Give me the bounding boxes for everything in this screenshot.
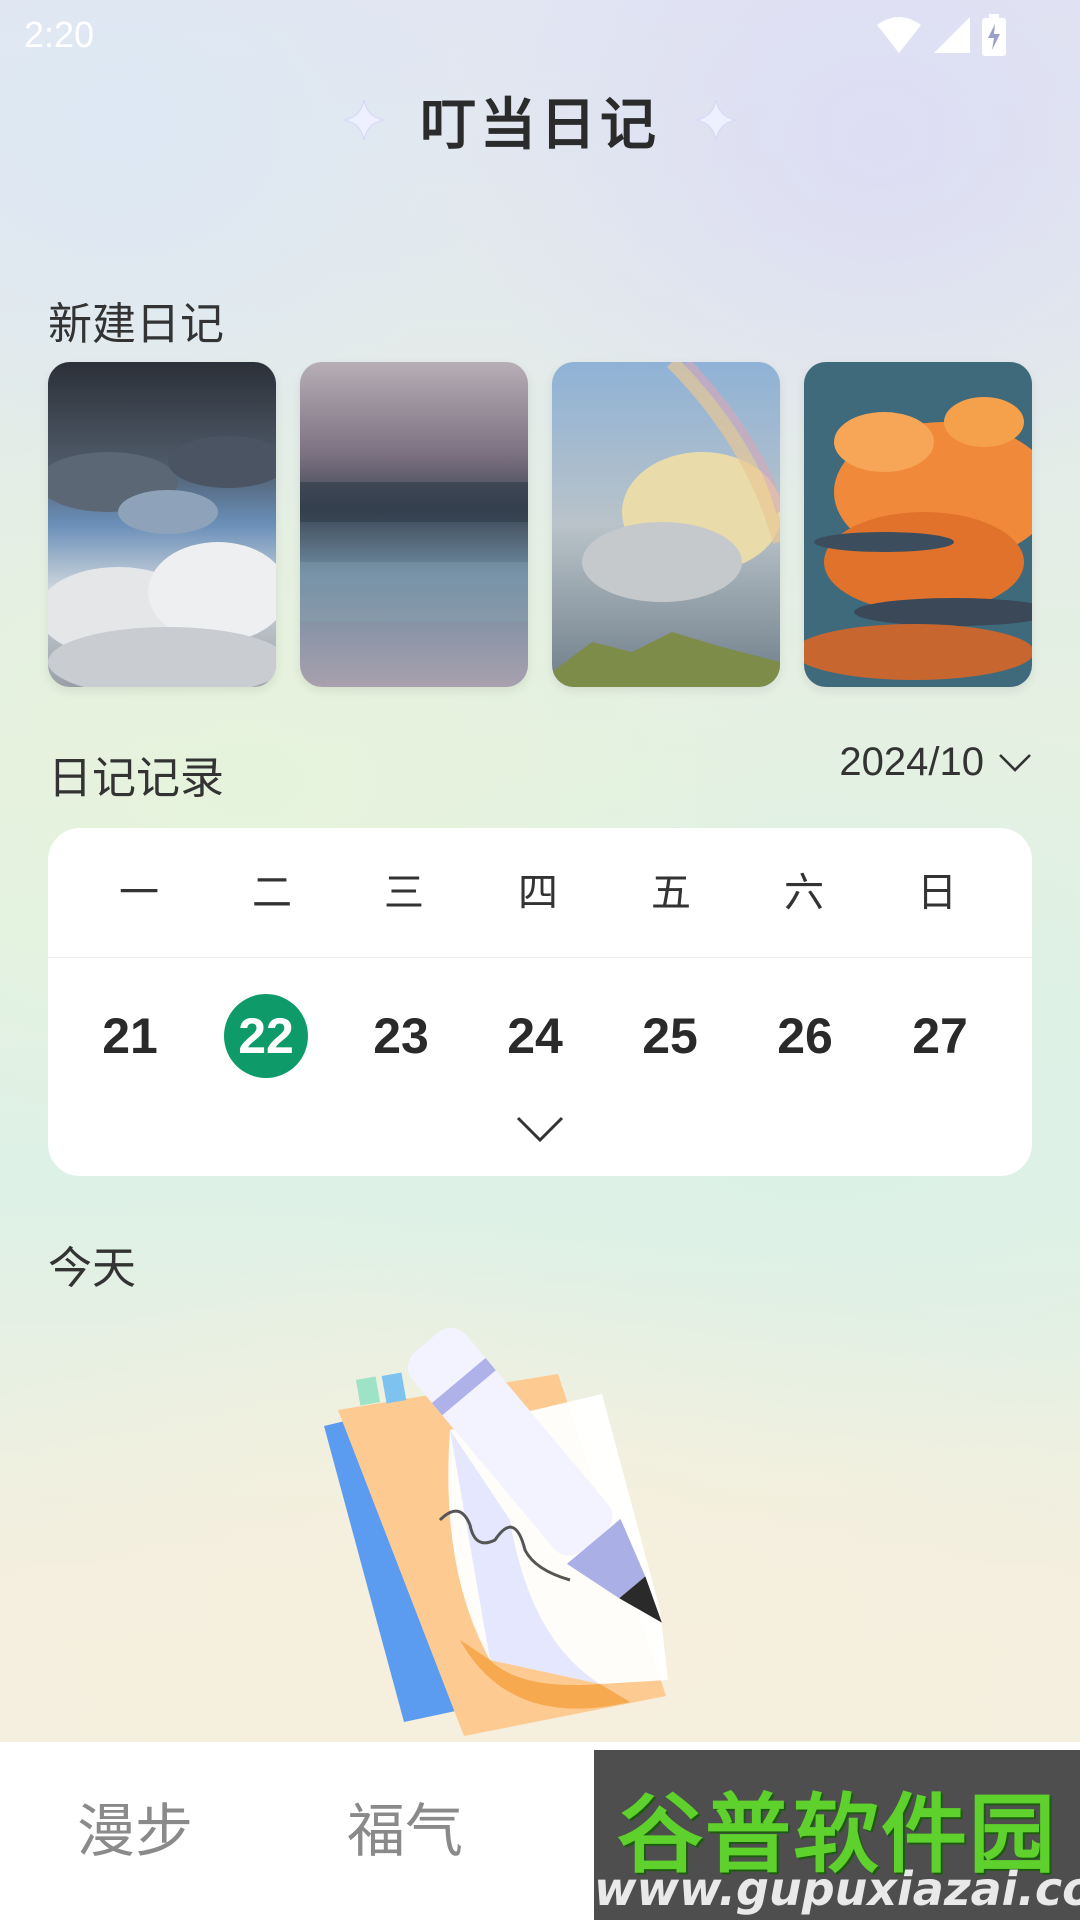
month-value: 2024/10 [839, 740, 984, 784]
date-cell[interactable]: 23 [351, 994, 451, 1078]
status-bar: 2:20 [0, 0, 1080, 72]
weekday-label: 日 [917, 870, 957, 916]
sparkle-icon [695, 99, 737, 141]
week-calendar: 一 二 三 四 五 六 日 21 22 23 24 25 26 27 [48, 828, 1032, 1176]
storm-clouds-card[interactable] [48, 362, 276, 687]
app-header: 叮当日记 [0, 80, 1080, 160]
date-cell[interactable]: 24 [485, 994, 585, 1078]
date-cell[interactable]: 25 [620, 994, 720, 1078]
date-cell[interactable]: 27 [890, 994, 990, 1078]
weekday-label: 三 [384, 870, 424, 916]
signal-icon [934, 17, 970, 53]
weekday-header: 一 二 三 四 五 六 日 [48, 828, 1032, 958]
diary-records-label: 日记记录 [48, 753, 224, 804]
nav-item-fortune[interactable]: 福气 [270, 1742, 540, 1920]
date-row: 21 22 23 24 25 26 27 [48, 958, 1032, 1108]
sparkle-icon [343, 99, 385, 141]
date-cell[interactable]: 21 [80, 994, 180, 1078]
watermark-url: www.gupuxiazai.com [594, 1862, 1080, 1916]
rainbow-mountain-card[interactable] [552, 362, 780, 687]
status-time: 2:20 [24, 14, 95, 55]
chevron-down-icon [999, 753, 1031, 772]
notebook-pen-illustration [324, 1327, 668, 1736]
nav-item-stroll[interactable]: 漫步 [0, 1742, 270, 1920]
new-diary-label: 新建日记 [48, 299, 224, 350]
sunset-clouds-card[interactable] [804, 362, 1032, 687]
wifi-icon [877, 17, 921, 53]
weekday-label: 二 [252, 870, 292, 916]
month-picker[interactable]: 2024/10 [839, 740, 1032, 785]
app-title: 叮当日记 [420, 92, 660, 158]
expand-calendar-icon[interactable] [512, 1110, 568, 1150]
weekday-label: 四 [518, 870, 558, 916]
date-cell[interactable]: 26 [755, 994, 855, 1078]
battery-charging-icon [982, 14, 1006, 56]
today-label: 今天 [48, 1243, 136, 1294]
rain-surface-card[interactable] [300, 362, 528, 687]
weekday-label: 一 [119, 870, 159, 916]
weekday-label: 六 [784, 870, 824, 916]
weekday-label: 五 [651, 870, 691, 916]
diary-template-cards [48, 362, 1032, 687]
date-cell-selected[interactable]: 22 [216, 994, 316, 1078]
watermark: 谷普软件园 www.gupuxiazai.com [594, 1750, 1080, 1920]
status-icons [876, 14, 1006, 56]
